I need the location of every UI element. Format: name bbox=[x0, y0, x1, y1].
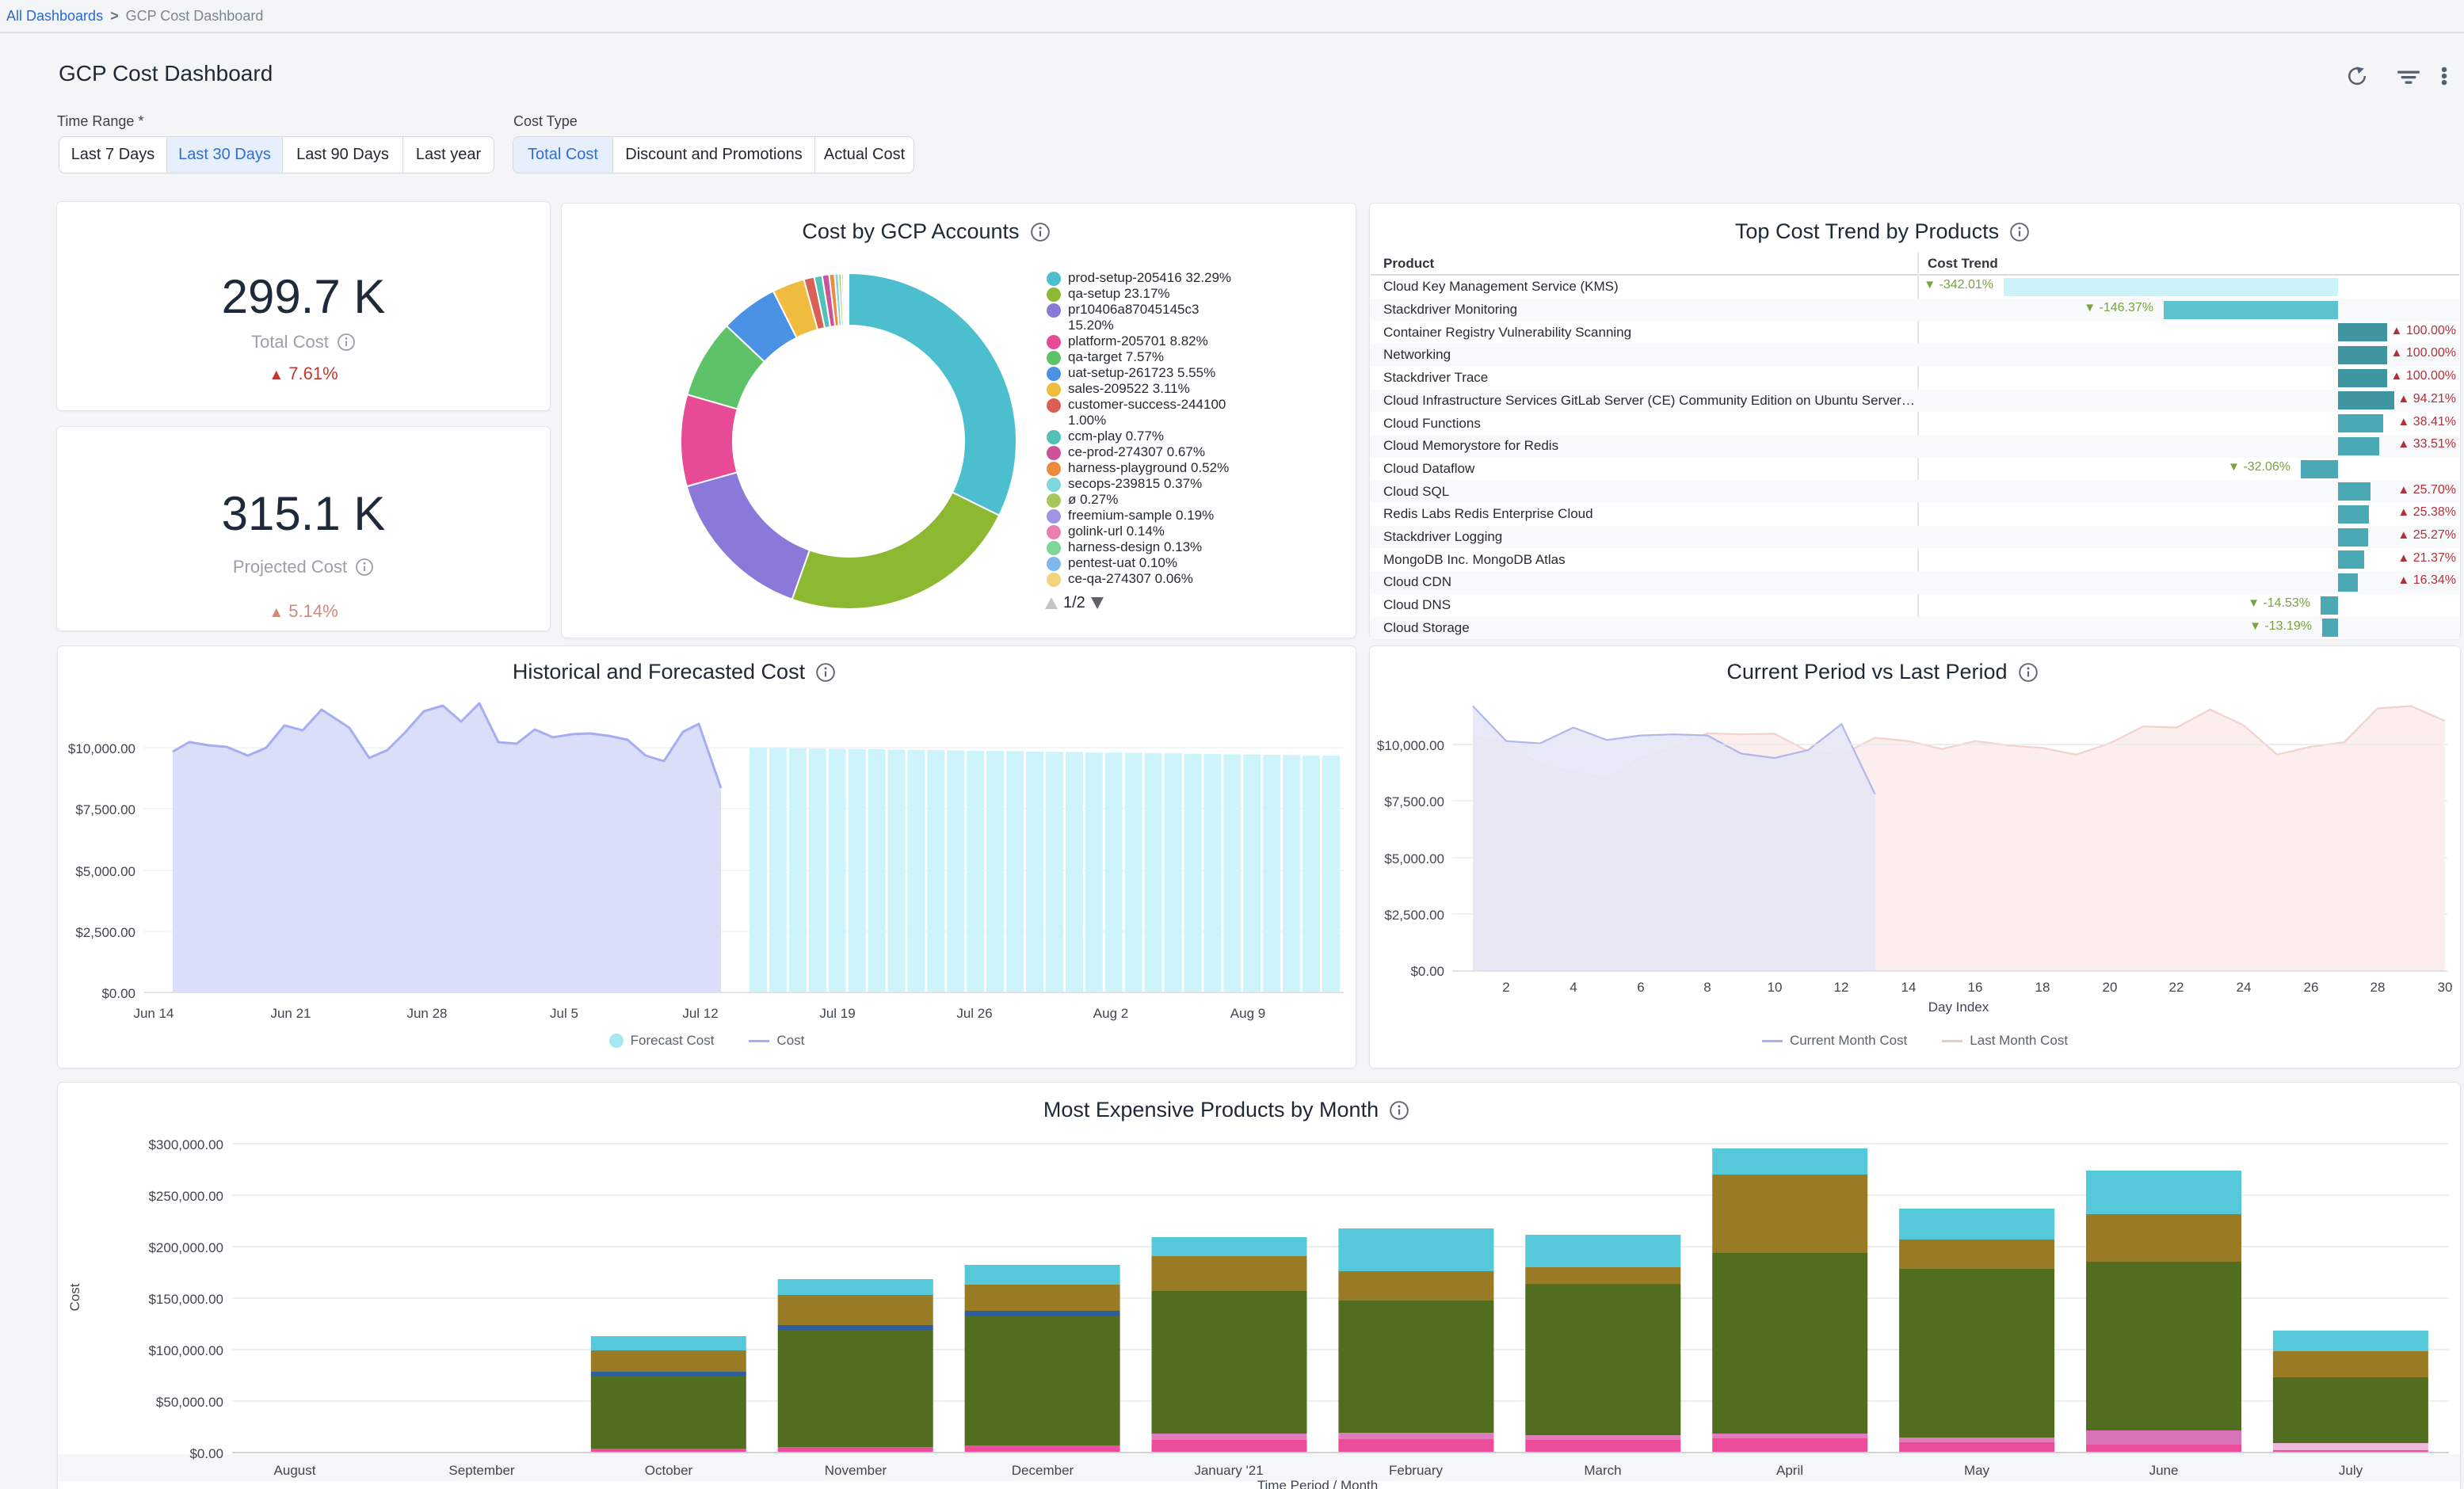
svg-text:December: December bbox=[1012, 1463, 1074, 1478]
svg-text:$50,000.00: $50,000.00 bbox=[156, 1395, 223, 1410]
svg-text:$150,000.00: $150,000.00 bbox=[148, 1292, 223, 1307]
svg-text:$5,000.00: $5,000.00 bbox=[1384, 851, 1444, 866]
svg-text:2: 2 bbox=[1502, 980, 1509, 995]
svg-text:10: 10 bbox=[1768, 980, 1783, 995]
svg-text:$5,000.00: $5,000.00 bbox=[75, 864, 135, 879]
svg-text:$7,500.00: $7,500.00 bbox=[75, 802, 135, 817]
svg-text:Jul 12: Jul 12 bbox=[682, 1006, 718, 1021]
svg-text:Jun 14: Jun 14 bbox=[133, 1006, 174, 1021]
svg-text:28: 28 bbox=[2371, 980, 2386, 995]
svg-text:Time Period / Month: Time Period / Month bbox=[1257, 1478, 1378, 1489]
svg-text:August: August bbox=[274, 1463, 316, 1478]
svg-text:$300,000.00: $300,000.00 bbox=[148, 1137, 223, 1152]
svg-text:$100,000.00: $100,000.00 bbox=[148, 1343, 223, 1358]
svg-text:$2,500.00: $2,500.00 bbox=[75, 925, 135, 940]
svg-text:$0.00: $0.00 bbox=[1410, 964, 1444, 979]
svg-text:Jul 5: Jul 5 bbox=[550, 1006, 578, 1021]
svg-text:30: 30 bbox=[2438, 980, 2453, 995]
svg-text:May: May bbox=[1964, 1463, 1990, 1478]
svg-text:$7,500.00: $7,500.00 bbox=[1384, 794, 1444, 809]
svg-text:April: April bbox=[1776, 1463, 1803, 1478]
svg-text:November: November bbox=[825, 1463, 887, 1478]
svg-text:Aug 2: Aug 2 bbox=[1093, 1006, 1128, 1021]
svg-text:Day Index: Day Index bbox=[1928, 1000, 1989, 1015]
svg-text:June: June bbox=[2149, 1463, 2179, 1478]
svg-text:$250,000.00: $250,000.00 bbox=[148, 1189, 223, 1204]
svg-text:January '21: January '21 bbox=[1194, 1463, 1263, 1478]
svg-text:Jul 19: Jul 19 bbox=[819, 1006, 855, 1021]
svg-text:$10,000.00: $10,000.00 bbox=[1377, 738, 1444, 753]
svg-text:$0.00: $0.00 bbox=[101, 986, 135, 1001]
svg-text:Cost: Cost bbox=[67, 1283, 82, 1311]
svg-text:8: 8 bbox=[1703, 980, 1711, 995]
svg-text:6: 6 bbox=[1637, 980, 1644, 995]
svg-text:24: 24 bbox=[2237, 980, 2252, 995]
svg-text:$200,000.00: $200,000.00 bbox=[148, 1240, 223, 1255]
svg-text:September: September bbox=[448, 1463, 514, 1478]
svg-text:20: 20 bbox=[2103, 980, 2118, 995]
svg-text:$2,500.00: $2,500.00 bbox=[1384, 908, 1444, 923]
svg-text:Jun 28: Jun 28 bbox=[406, 1006, 447, 1021]
svg-text:Jun 21: Jun 21 bbox=[270, 1006, 311, 1021]
svg-text:12: 12 bbox=[1834, 980, 1849, 995]
svg-text:Jul 26: Jul 26 bbox=[956, 1006, 992, 1021]
svg-text:26: 26 bbox=[2304, 980, 2319, 995]
svg-text:$0.00: $0.00 bbox=[189, 1446, 223, 1461]
svg-text:22: 22 bbox=[2169, 980, 2184, 995]
svg-text:4: 4 bbox=[1570, 980, 1577, 995]
svg-text:$10,000.00: $10,000.00 bbox=[68, 741, 135, 756]
svg-text:July: July bbox=[2339, 1463, 2363, 1478]
svg-text:18: 18 bbox=[2035, 980, 2050, 995]
svg-text:Aug 9: Aug 9 bbox=[1230, 1006, 1265, 1021]
svg-text:16: 16 bbox=[1968, 980, 1983, 995]
svg-text:February: February bbox=[1389, 1463, 1444, 1478]
svg-text:March: March bbox=[1584, 1463, 1621, 1478]
svg-text:14: 14 bbox=[1901, 980, 1917, 995]
svg-text:October: October bbox=[645, 1463, 693, 1478]
